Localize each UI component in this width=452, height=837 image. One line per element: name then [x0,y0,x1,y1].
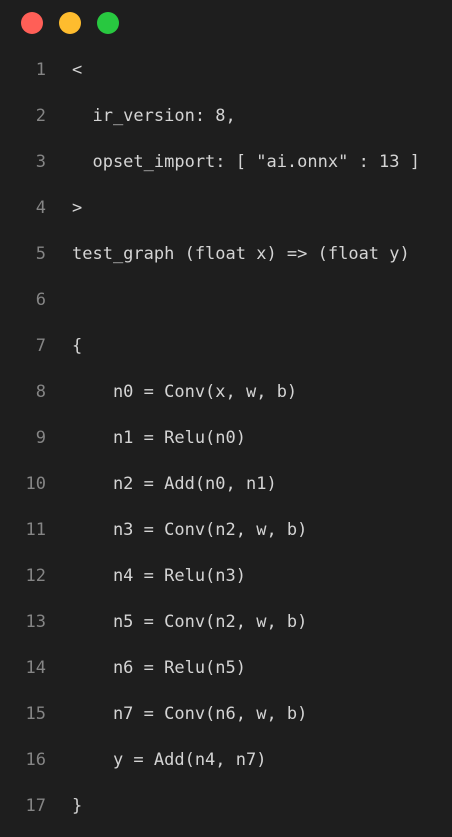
line-number: 6 [35,290,46,310]
line-text: > [72,198,83,218]
line-number: 8 [35,382,46,402]
line-text: n1 = Relu(n0) [72,428,246,448]
line-text: n7 = Conv(n6, w, b) [72,704,308,724]
code-line: 12 n4 = Relu(n3) [0,553,452,599]
title-bar [0,0,452,46]
line-text: opset_import: [ "ai.onnx" : 13 ] [72,152,420,172]
code-line: 10 n2 = Add(n0, n1) [0,461,452,507]
code-editor[interactable]: 1 < 2 ir_version: 8, 3 opset_import: [ "a… [0,47,452,829]
code-window: 1 < 2 ir_version: 8, 3 opset_import: [ "a… [0,0,452,837]
line-number: 15 [25,704,46,724]
line-text: n3 = Conv(n2, w, b) [72,520,308,540]
line-text: y = Add(n4, n7) [72,750,267,770]
line-text: n2 = Add(n0, n1) [72,474,277,494]
code-line: 7{ [0,323,452,369]
line-text: { [72,336,83,356]
close-window-icon[interactable] [21,12,43,34]
code-line: 8 n0 = Conv(x, w, b) [0,369,452,415]
code-line: 13 n5 = Conv(n2, w, b) [0,599,452,645]
line-number: 9 [35,428,46,448]
line-number: 3 [35,152,46,172]
line-number: 10 [25,474,46,494]
line-number: 14 [25,658,46,678]
line-number: 13 [25,612,46,632]
line-number: 1 [35,60,46,80]
code-line: 1 < [0,47,452,93]
line-text: n6 = Relu(n5) [72,658,246,678]
code-line: 9 n1 = Relu(n0) [0,415,452,461]
line-text: < [72,60,83,80]
code-line: 11 n3 = Conv(n2, w, b) [0,507,452,553]
code-line: 2 ir_version: 8, [0,93,452,139]
line-number: 5 [35,244,46,264]
line-text: ir_version: 8, [72,106,236,126]
line-text: n0 = Conv(x, w, b) [72,382,298,402]
code-line: 3 opset_import: [ "ai.onnx" : 13 ] [0,139,452,185]
code-line: 6 [0,277,452,323]
line-number: 7 [35,336,46,356]
line-text: } [72,796,83,816]
line-text: n4 = Relu(n3) [72,566,246,586]
code-line: 16 y = Add(n4, n7) [0,737,452,783]
code-line: 17} [0,783,452,829]
line-number: 2 [35,106,46,126]
line-number: 4 [35,198,46,218]
maximize-window-icon[interactable] [97,12,119,34]
line-text: n5 = Conv(n2, w, b) [72,612,308,632]
minimize-window-icon[interactable] [59,12,81,34]
line-number: 17 [25,796,46,816]
code-line: 5 test_graph (float x) => (float y) [0,231,452,277]
line-text: test_graph (float x) => (float y) [72,244,410,264]
code-line: 4 > [0,185,452,231]
line-number: 12 [25,566,46,586]
line-number: 16 [25,750,46,770]
code-line: 14 n6 = Relu(n5) [0,645,452,691]
code-line: 15 n7 = Conv(n6, w, b) [0,691,452,737]
line-number: 11 [25,520,46,540]
